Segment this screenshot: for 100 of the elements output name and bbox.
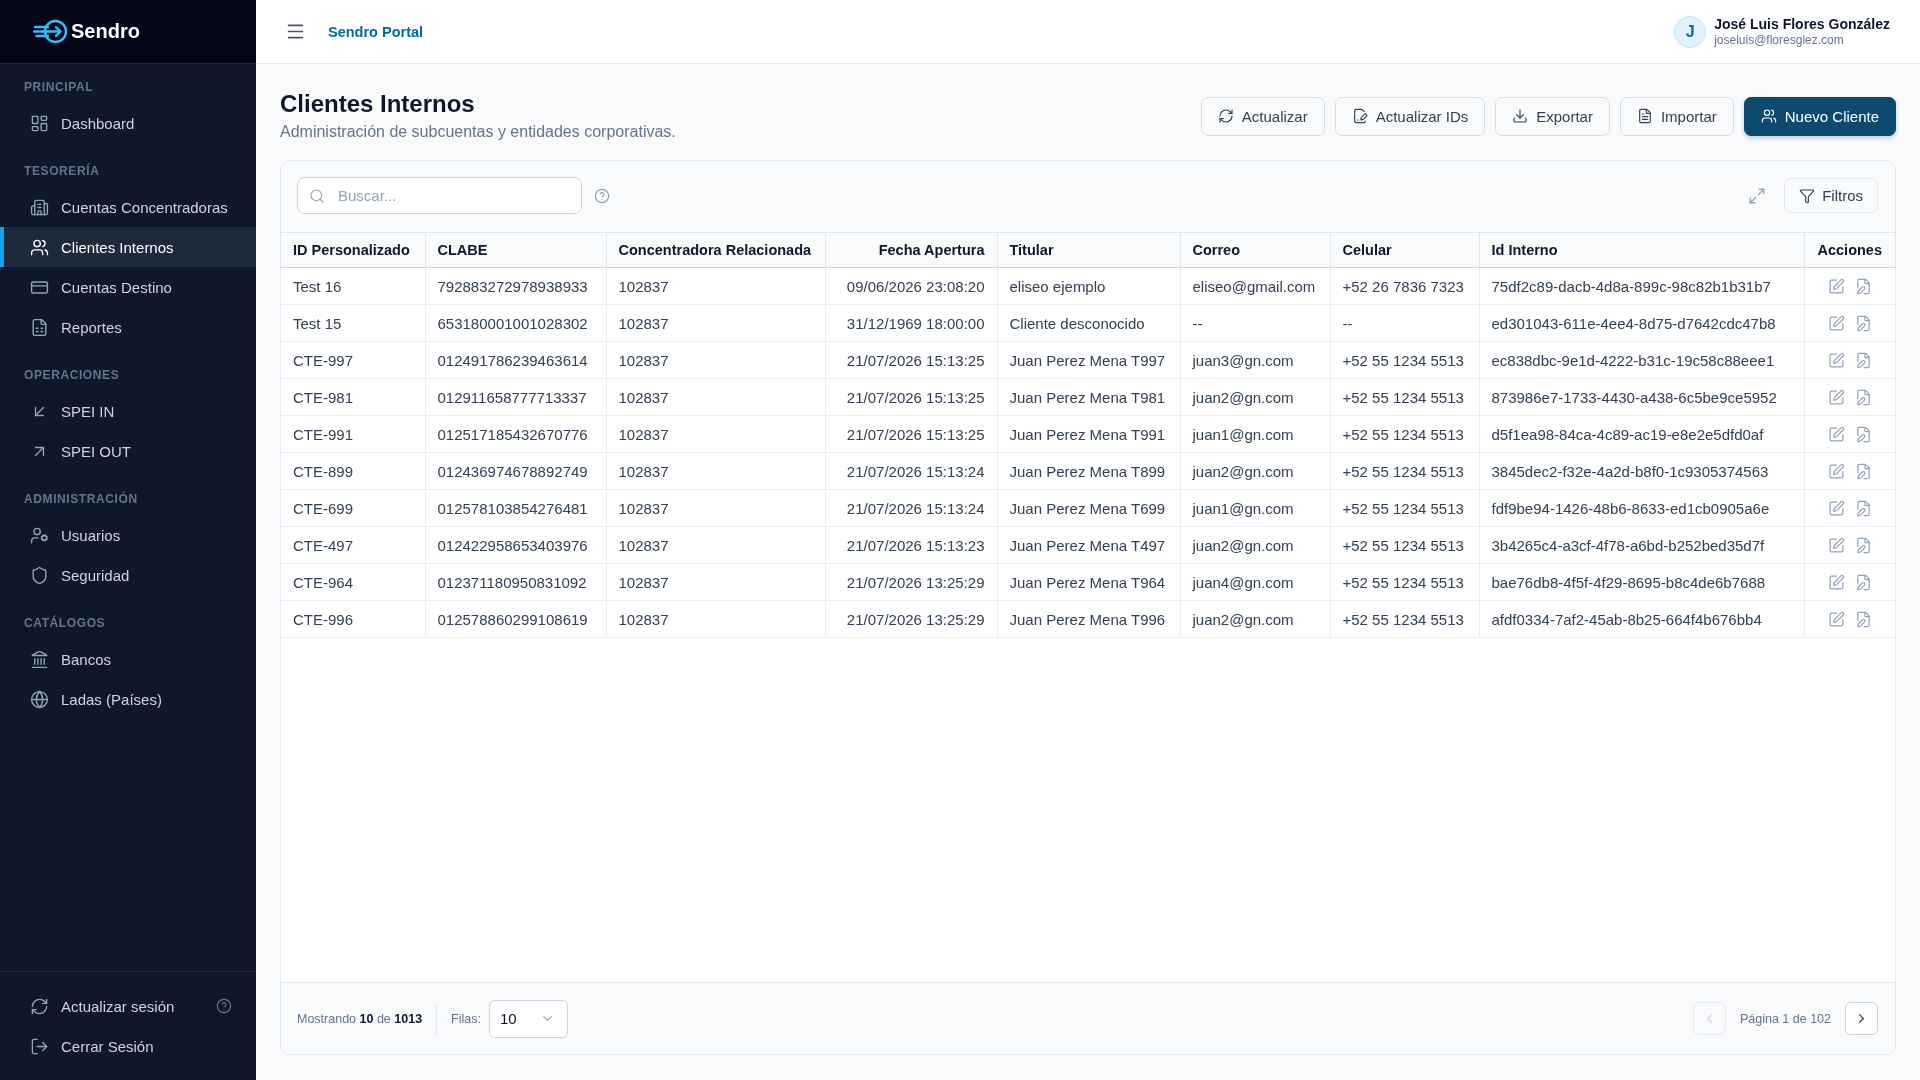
user-avatar[interactable]: J xyxy=(1674,15,1707,48)
update-ids-button[interactable]: Actualizar IDs xyxy=(1334,96,1486,136)
file-pen-icon[interactable] xyxy=(1854,351,1872,369)
table-cell: Cliente desconocido xyxy=(997,304,1180,342)
sidebar-item[interactable]: Actualizar sesión xyxy=(0,986,216,1026)
sidebar-item[interactable]: Cerrar Sesión xyxy=(0,1026,232,1066)
sidebar-item[interactable]: SPEI IN xyxy=(0,391,256,431)
table-cell: 102837 xyxy=(606,526,825,564)
table-cell: 102837 xyxy=(606,341,825,379)
table-cell: juan1@gn.com xyxy=(1180,415,1330,453)
file-pen-icon[interactable] xyxy=(1854,536,1872,554)
file-pen-icon[interactable] xyxy=(1854,314,1872,332)
sidebar-item[interactable]: SPEI OUT xyxy=(0,431,256,471)
table-cell: juan3@gn.com xyxy=(1180,341,1330,379)
edit-icon[interactable] xyxy=(1827,499,1845,517)
table-cell: 31/12/1969 18:00:00 xyxy=(825,304,997,342)
sidebar-item[interactable]: Seguridad xyxy=(0,555,256,595)
file-pen-icon[interactable] xyxy=(1854,573,1872,591)
table-cell: juan2@gn.com xyxy=(1180,452,1330,490)
table-cell: juan2@gn.com xyxy=(1180,526,1330,564)
table-cell: afdf0334-7af2-45ab-8b25-664f4b676bb4 xyxy=(1479,600,1804,638)
sidebar-item[interactable]: Usuarios xyxy=(0,515,256,555)
table-cell: Juan Perez Mena T964 xyxy=(997,563,1180,601)
table-cell: 102837 xyxy=(606,563,825,601)
table-cell: -- xyxy=(1330,304,1479,342)
table-cell: 3b4265c4-a3cf-4f78-a6bd-b252bed35d7f xyxy=(1479,526,1804,564)
page-subtitle: Administración de subcuentas y entidades corporativas. xyxy=(280,122,676,142)
table-cell: Juan Perez Mena T899 xyxy=(997,452,1180,490)
page-indicator: Página 1 de 102 xyxy=(1739,1011,1831,1026)
table-cell: Juan Perez Mena T991 xyxy=(997,415,1180,453)
import-button[interactable]: Importar xyxy=(1619,96,1734,136)
sidebar-item[interactable]: Reportes xyxy=(0,307,256,347)
filters-button[interactable]: Filtros xyxy=(1784,178,1878,213)
next-page-button[interactable] xyxy=(1845,1002,1878,1035)
table-cell: 653180001001028302 xyxy=(425,304,606,342)
portal-title: Sendro Portal xyxy=(328,23,424,40)
file-pen-icon[interactable] xyxy=(1854,388,1872,406)
file-pen-icon[interactable] xyxy=(1854,462,1872,480)
edit-icon[interactable] xyxy=(1827,388,1845,406)
sidebar-item[interactable]: Clientes Internos xyxy=(0,227,256,267)
column-header: Celular xyxy=(1330,232,1479,268)
building-icon xyxy=(30,197,49,217)
sidebar-item[interactable]: Ladas (Países) xyxy=(0,679,256,719)
table-cell: 012517185432670776 xyxy=(425,415,606,453)
edit-icon[interactable] xyxy=(1827,351,1845,369)
file-pen-icon[interactable] xyxy=(1854,425,1872,443)
table-cell: +52 55 1234 5513 xyxy=(1330,378,1479,416)
refresh-button[interactable]: Actualizar xyxy=(1200,96,1325,136)
rows-per-page-select[interactable]: 10 xyxy=(489,999,568,1038)
file-pen-icon[interactable] xyxy=(1854,277,1872,295)
search-icon xyxy=(309,188,325,204)
sidebar-item[interactable]: Bancos xyxy=(0,639,256,679)
table-cell: juan2@gn.com xyxy=(1180,600,1330,638)
column-header: Concentradora Relacionada xyxy=(606,232,825,268)
sidebar-item[interactable]: Cuentas Destino xyxy=(0,267,256,307)
edit-icon[interactable] xyxy=(1827,610,1845,628)
table-cell: juan4@gn.com xyxy=(1180,563,1330,601)
file-pen-icon[interactable] xyxy=(1854,499,1872,517)
table-cell: CTE-899 xyxy=(281,452,425,490)
search-field[interactable]: Buscar... xyxy=(297,177,582,214)
help-icon[interactable] xyxy=(594,187,610,204)
table-cell: +52 26 7836 7323 xyxy=(1330,267,1479,305)
sidebar-item[interactable]: Cuentas Concentradoras xyxy=(0,187,256,227)
table-cell: Juan Perez Mena T699 xyxy=(997,489,1180,527)
sidebar-item[interactable]: Dashboard xyxy=(0,103,256,143)
table-cell: CTE-699 xyxy=(281,489,425,527)
table-cell: 102837 xyxy=(606,267,825,305)
edit-icon[interactable] xyxy=(1827,277,1845,295)
filter-icon xyxy=(1799,187,1816,204)
expand-icon[interactable] xyxy=(1748,186,1767,205)
refresh-icon xyxy=(1217,108,1234,124)
globe-icon xyxy=(30,689,49,709)
sidebar-section-label: CATÁLOGOS xyxy=(23,615,107,631)
file-pen-icon[interactable] xyxy=(1854,610,1872,628)
table-cell: 21/07/2026 15:13:25 xyxy=(825,415,997,453)
table-cell: 102837 xyxy=(606,415,825,453)
column-header: CLABE xyxy=(425,232,606,268)
edit-icon[interactable] xyxy=(1827,462,1845,480)
edit-icon[interactable] xyxy=(1827,425,1845,443)
table-cell: 102837 xyxy=(606,452,825,490)
table-cell: 21/07/2026 15:13:25 xyxy=(825,341,997,379)
edit-icon[interactable] xyxy=(1827,536,1845,554)
user-gear-icon xyxy=(30,525,49,545)
new-client-button[interactable]: Nuevo Cliente xyxy=(1743,96,1896,136)
table-cell: CTE-991 xyxy=(281,415,425,453)
edit-icon[interactable] xyxy=(1827,314,1845,332)
help-icon[interactable] xyxy=(216,998,232,1014)
table-cell: juan2@gn.com xyxy=(1180,378,1330,416)
table-cell: +52 55 1234 5513 xyxy=(1330,415,1479,453)
table-cell: 102837 xyxy=(606,489,825,527)
column-header: Id Interno xyxy=(1479,232,1804,268)
table-cell: +52 55 1234 5513 xyxy=(1330,452,1479,490)
table-cell: ec838dbc-9e1d-4222-b31c-19c58c88eee1 xyxy=(1479,341,1804,379)
table-cell: 21/07/2026 13:25:29 xyxy=(825,563,997,601)
table-cell: 012578860299108619 xyxy=(425,600,606,638)
table-cell: 102837 xyxy=(606,378,825,416)
table-cell: +52 55 1234 5513 xyxy=(1330,563,1479,601)
export-button[interactable]: Exportar xyxy=(1495,96,1610,136)
edit-icon[interactable] xyxy=(1827,573,1845,591)
table-cell: -- xyxy=(1180,304,1330,342)
